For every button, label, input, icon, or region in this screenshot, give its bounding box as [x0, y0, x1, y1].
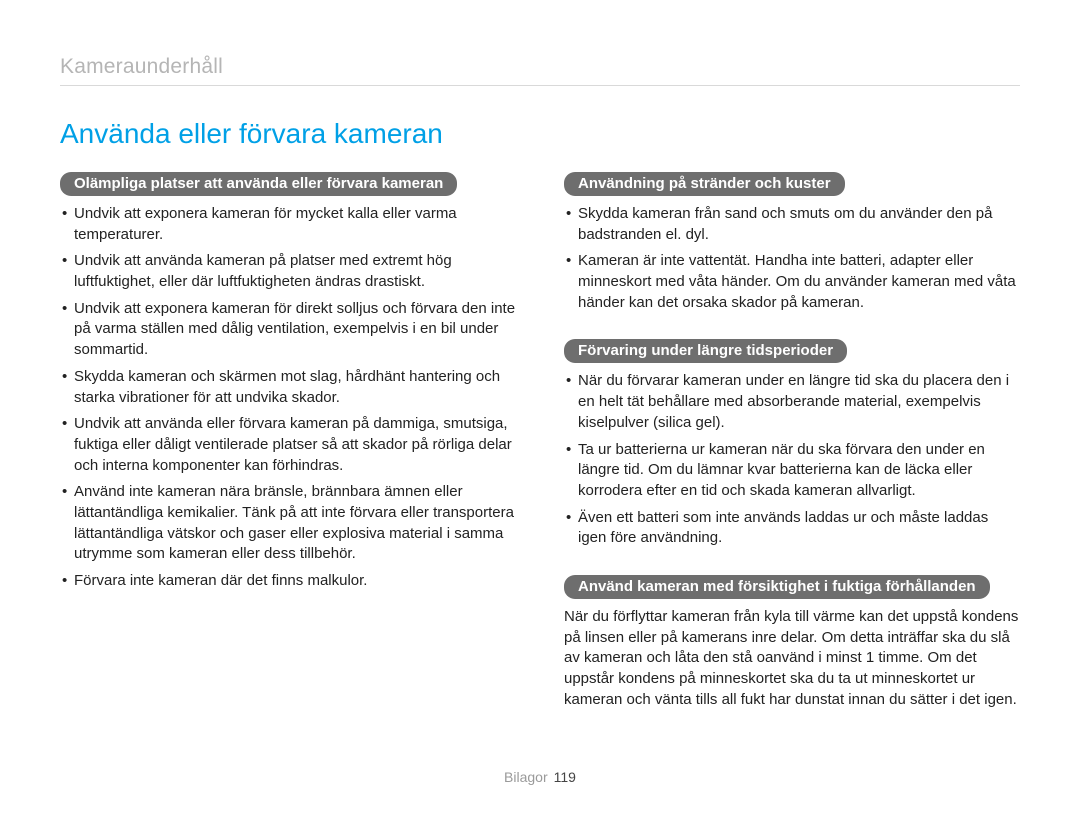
column-left: Olämpliga platser att använda eller förv… — [60, 172, 516, 736]
list-item: Använd inte kameran nära bränsle, brännb… — [60, 482, 516, 565]
section-heading: Användning på stränder och kuster — [564, 172, 845, 196]
footer-section-label: Bilagor — [504, 769, 548, 785]
bullet-list: Undvik att exponera kameran för mycket k… — [60, 204, 516, 592]
column-right: Användning på stränder och kuster Skydda… — [564, 172, 1020, 736]
bullet-list: När du förvarar kameran under en längre … — [564, 371, 1020, 549]
section-humid-conditions: Använd kameran med försiktighet i fuktig… — [564, 575, 1020, 710]
list-item: Undvik att använda kameran på platser me… — [60, 251, 516, 292]
bullet-list: Skydda kameran från sand och smuts om du… — [564, 204, 1020, 313]
list-item: Undvik att exponera kameran för mycket k… — [60, 204, 516, 245]
page-number: 119 — [554, 769, 576, 785]
list-item: Skydda kameran från sand och smuts om du… — [564, 204, 1020, 245]
list-item: När du förvarar kameran under en längre … — [564, 371, 1020, 433]
section-long-storage: Förvaring under längre tidsperioder När … — [564, 339, 1020, 549]
content-columns: Olämpliga platser att använda eller förv… — [60, 172, 1020, 736]
list-item: Skydda kameran och skärmen mot slag, hår… — [60, 367, 516, 408]
manual-page: Kameraunderhåll Använda eller förvara ka… — [0, 0, 1080, 815]
section-heading: Olämpliga platser att använda eller förv… — [60, 172, 457, 196]
section-beaches: Användning på stränder och kuster Skydda… — [564, 172, 1020, 313]
page-title: Använda eller förvara kameran — [60, 118, 1020, 150]
list-item: Ta ur batterierna ur kameran när du ska … — [564, 440, 1020, 502]
list-item: Kameran är inte vattentät. Handha inte b… — [564, 251, 1020, 313]
page-footer: Bilagor 119 — [0, 769, 1080, 785]
paragraph: När du förflyttar kameran från kyla till… — [564, 607, 1020, 710]
section-unsuitable-places: Olämpliga platser att använda eller förv… — [60, 172, 516, 592]
list-item: Förvara inte kameran där det finns malku… — [60, 571, 516, 592]
section-heading: Förvaring under längre tidsperioder — [564, 339, 847, 363]
breadcrumb: Kameraunderhåll — [60, 55, 1020, 86]
section-heading: Använd kameran med försiktighet i fuktig… — [564, 575, 990, 599]
list-item: Undvik att exponera kameran för direkt s… — [60, 299, 516, 361]
list-item: Även ett batteri som inte används laddas… — [564, 508, 1020, 549]
list-item: Undvik att använda eller förvara kameran… — [60, 414, 516, 476]
